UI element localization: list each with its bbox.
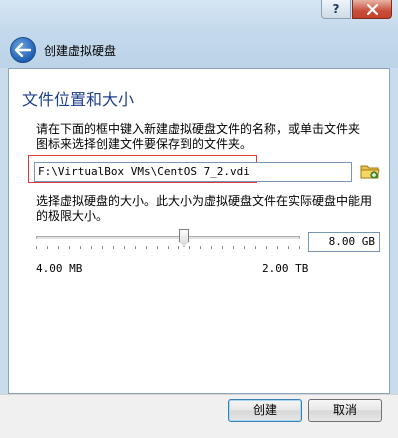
slider-tick — [69, 246, 70, 249]
slider-tick — [266, 246, 267, 249]
create-button[interactable]: 创建 — [228, 399, 302, 422]
back-button[interactable] — [10, 37, 36, 63]
slider-tick — [277, 246, 278, 249]
slider-tick — [135, 246, 136, 249]
slider-tick — [91, 246, 92, 249]
slider-tick — [80, 246, 81, 249]
wizard-heading: 创建虚拟硬盘 — [44, 44, 117, 58]
slider-tick — [102, 246, 103, 249]
slider-tick — [211, 246, 212, 249]
slider-tick — [58, 246, 59, 249]
slider-tick — [47, 246, 48, 249]
close-button[interactable] — [352, 0, 392, 19]
file-path-input[interactable]: F:\VirtualBox VMs\CentOS 7_2.vdi — [34, 162, 352, 182]
size-description: 选择虚拟硬盘的大小。此大小为虚拟硬盘文件在实际硬盘中能用的极限大小。 — [36, 194, 373, 223]
cancel-button[interactable]: 取消 — [308, 399, 382, 422]
help-button[interactable]: ? — [321, 0, 351, 19]
content-panel — [8, 68, 390, 394]
slider-tick — [157, 246, 158, 249]
slider-tick — [233, 246, 234, 249]
location-description: 请在下面的框中键入新建虚拟硬盘文件的名称，或单击文件夹图标来选择创建文件要保存到… — [36, 122, 361, 151]
size-input[interactable]: 8.00 GB — [308, 232, 380, 252]
slider-tick — [178, 246, 179, 249]
slider-tick — [244, 246, 245, 249]
choose-folder-button[interactable] — [360, 162, 382, 182]
help-icon: ? — [332, 2, 340, 16]
slider-tick — [288, 246, 289, 249]
slider-tick — [36, 246, 37, 249]
slider-tick — [168, 246, 169, 249]
slider-tick — [146, 246, 147, 249]
min-size-label: 4.00 MB — [36, 262, 83, 275]
window-controls: ? — [320, 0, 392, 19]
title-bar: ? 创建虚拟硬盘 — [0, 0, 398, 68]
close-icon — [366, 3, 378, 15]
slider-tick — [255, 246, 256, 249]
slider-tick — [222, 246, 223, 249]
folder-icon — [360, 165, 380, 179]
slider-tick — [113, 246, 114, 249]
slider-tick — [299, 246, 300, 249]
max-size-label: 2.00 TB — [262, 262, 309, 275]
slider-tick — [124, 246, 125, 249]
size-slider-track[interactable] — [36, 236, 300, 239]
slider-tick — [189, 246, 190, 249]
size-slider-ticks — [36, 246, 300, 250]
back-arrow-icon — [15, 43, 31, 57]
section-title: 文件位置和大小 — [22, 90, 135, 109]
slider-tick — [200, 246, 201, 249]
